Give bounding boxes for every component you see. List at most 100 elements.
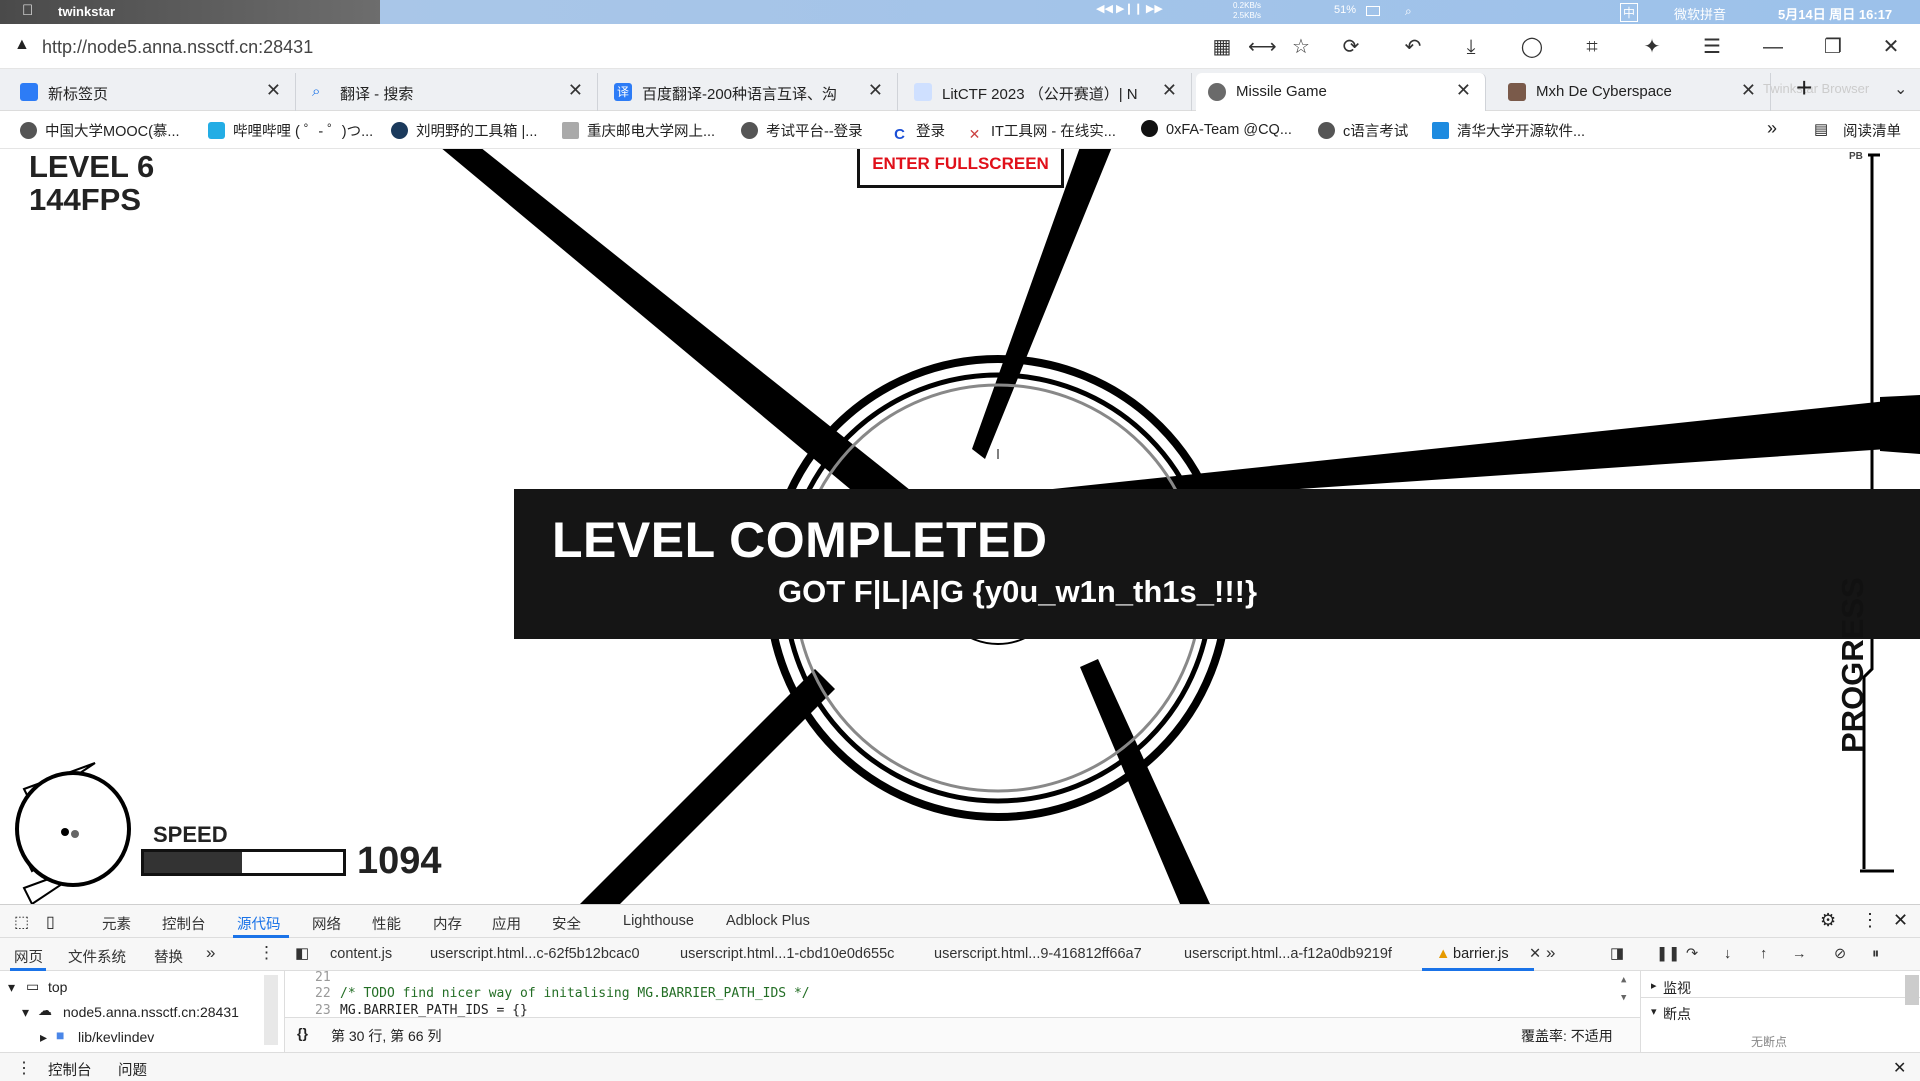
nav-menu-icon[interactable]: ⋮ <box>258 943 275 963</box>
file-tab-userscript-4[interactable]: userscript.html...a-f12a0db9219f <box>1184 946 1392 962</box>
step-out-icon[interactable]: ↑ <box>1760 946 1767 962</box>
drawer-menu-icon[interactable]: ⋮ <box>16 1058 32 1078</box>
devtools-tab-network[interactable]: 网络 <box>312 913 341 934</box>
tree-item-folder[interactable]: lib/kevlindev <box>78 1029 154 1045</box>
extensions-icon[interactable]: ✦ <box>1639 34 1665 60</box>
pause-on-exceptions-icon[interactable]: ⏸ <box>1872 946 1879 962</box>
collapse-icon[interactable]: ▾ <box>1651 1005 1657 1018</box>
close-drawer-icon[interactable]: ✕ <box>1893 1058 1906 1078</box>
tab-close-icon[interactable]: ✕ <box>1456 80 1471 101</box>
bookmark-bilibili[interactable]: 哔哩哔哩 ( ゜- ゜)つ... <box>208 120 373 141</box>
devtools-tab-elements[interactable]: 元素 <box>102 913 131 934</box>
step-icon[interactable]: → <box>1792 946 1807 962</box>
drawer-tab-issues[interactable]: 问题 <box>118 1059 147 1080</box>
code-editor[interactable]: 21 22 /* TODO find nicer way of initalis… <box>285 970 1640 1052</box>
undo-icon[interactable]: ↶ <box>1400 34 1426 60</box>
new-tab-plus-icon[interactable]: + <box>1796 72 1812 104</box>
tab-litctf[interactable]: LitCTF 2023 （公开赛道）| N ✕ <box>902 73 1192 111</box>
tab-mxh-cyberspace[interactable]: Mxh De Cyberspace ✕ <box>1496 73 1771 111</box>
file-tab-userscript-1[interactable]: userscript.html...c-62f5b12bcac0 <box>430 946 640 962</box>
search-icon[interactable]: ⌕ <box>1405 4 1412 19</box>
tree-toggle-icon[interactable]: ▸ <box>40 1029 47 1046</box>
url-input[interactable]: http://node5.anna.nssctf.cn:28431 <box>42 37 313 58</box>
tab-close-icon[interactable]: ✕ <box>1741 80 1756 101</box>
tree-toggle-icon[interactable]: ▾ <box>22 1004 29 1021</box>
download-icon[interactable]: ⤓ <box>1458 34 1484 60</box>
ime-short[interactable]: 中 <box>1620 3 1639 22</box>
breakpoints-section[interactable]: 断点 <box>1663 1004 1691 1024</box>
more-bookmarks-icon[interactable]: » <box>1767 118 1777 139</box>
file-tab-content-js[interactable]: content.js <box>330 946 392 962</box>
warning-icon[interactable]: ▲ <box>14 36 30 54</box>
restore-icon[interactable]: ❐ <box>1820 34 1846 60</box>
bookmark-cqupt[interactable]: 重庆邮电大学网上... <box>562 120 715 141</box>
devtools-tab-sources[interactable]: 源代码 <box>237 913 281 934</box>
close-devtools-icon[interactable]: ✕ <box>1893 910 1908 931</box>
bookmark-0xfa[interactable]: 0xFA-Team @CQ... <box>1141 120 1292 138</box>
devtools-tab-performance[interactable]: 性能 <box>372 913 401 934</box>
device-toolbar-icon[interactable]: ▯ <box>46 912 55 932</box>
reading-list-icon[interactable]: ▤ <box>1814 120 1828 138</box>
bookmark-toolbox[interactable]: 刘明野的工具箱 |... <box>391 120 537 141</box>
pretty-print-icon[interactable]: {} <box>297 1025 308 1041</box>
drawer-tab-console[interactable]: 控制台 <box>48 1059 92 1080</box>
step-over-icon[interactable]: ↷ <box>1686 946 1698 962</box>
step-into-icon[interactable]: ↓ <box>1724 946 1731 962</box>
pause-icon[interactable]: ❚❚ <box>1656 946 1680 962</box>
watch-section[interactable]: 监视 <box>1663 978 1691 998</box>
navigator-scrollbar[interactable] <box>264 975 278 1045</box>
tab-close-icon[interactable]: ✕ <box>868 80 883 101</box>
bookmark-exam-login[interactable]: 考试平台--登录 <box>741 120 863 141</box>
reading-list-label[interactable]: 阅读清单 <box>1843 120 1901 141</box>
devtools-tab-security[interactable]: 安全 <box>552 913 581 934</box>
bookmark-tsinghua-mirror[interactable]: 清华大学开源软件... <box>1432 120 1585 141</box>
crop-icon[interactable]: ⌗ <box>1579 34 1605 60</box>
toggle-navigator-icon[interactable]: ◧ <box>295 944 309 962</box>
file-tab-userscript-3[interactable]: userscript.html...9-416812ff66a7 <box>934 946 1142 962</box>
minimize-icon[interactable]: — <box>1760 34 1786 60</box>
bookmark-c-exam[interactable]: c语言考试 <box>1318 120 1408 141</box>
devtools-tab-adblock[interactable]: Adblock Plus <box>726 913 810 929</box>
tab-close-icon[interactable]: ✕ <box>266 80 281 101</box>
tab-new[interactable]: 新标签页 ✕ <box>8 73 296 111</box>
inspect-element-icon[interactable]: ⬚ <box>14 912 29 932</box>
ime-name[interactable]: 微软拼音 <box>1674 4 1726 23</box>
tab-baidu-translate[interactable]: 译 百度翻译-200种语言互译、沟 ✕ <box>602 73 898 111</box>
tab-close-icon[interactable]: ✕ <box>1162 80 1177 101</box>
menu-icon[interactable]: ☰ <box>1699 34 1725 60</box>
bookmark-login[interactable]: C 登录 <box>891 120 945 143</box>
star-icon[interactable]: ☆ <box>1288 34 1314 60</box>
tab-missile-game[interactable]: Missile Game ✕ <box>1196 73 1486 111</box>
file-tab-barrier-js[interactable]: barrier.js <box>1453 946 1509 962</box>
translate-icon[interactable]: ⟷ <box>1248 34 1277 60</box>
sync-icon[interactable]: ⟳ <box>1338 34 1364 60</box>
toggle-debugger-icon[interactable]: ◨ <box>1610 944 1624 962</box>
tree-item-top[interactable]: top <box>48 979 67 995</box>
user-icon[interactable]: ◯ <box>1519 34 1545 60</box>
more-options-icon[interactable]: ⋮ <box>1861 910 1879 931</box>
devtools-tab-console[interactable]: 控制台 <box>162 913 206 934</box>
deactivate-breakpoints-icon[interactable]: ⊘ <box>1834 946 1846 962</box>
tab-list-chevron-icon[interactable]: ⌄ <box>1894 79 1907 99</box>
battery-icon[interactable] <box>1366 6 1380 16</box>
bookmark-ittools[interactable]: ✕ IT工具网 - 在线实... <box>966 120 1116 143</box>
enter-fullscreen-button[interactable]: ENTER FULLSCREEN <box>857 149 1064 188</box>
more-files-icon[interactable]: » <box>1546 943 1555 963</box>
settings-gear-icon[interactable]: ⚙ <box>1820 910 1836 931</box>
media-controls-icon[interactable]: ◀◀ ▶❙❙ ▶▶ <box>1096 2 1163 15</box>
close-window-icon[interactable]: ✕ <box>1878 34 1904 60</box>
nav-tab-page[interactable]: 网页 <box>14 946 43 967</box>
devtools-tab-lighthouse[interactable]: Lighthouse <box>623 913 694 929</box>
file-tab-close-icon[interactable]: ✕ <box>1529 946 1541 962</box>
devtools-tab-memory[interactable]: 内存 <box>433 913 462 934</box>
bookmark-mooc[interactable]: 中国大学MOOC(慕... <box>20 120 180 141</box>
apps-grid-icon[interactable]: ▦ <box>1209 34 1235 60</box>
file-tab-userscript-2[interactable]: userscript.html...1-cbd10e0d655c <box>680 946 894 962</box>
apple-icon[interactable]:  <box>22 2 33 19</box>
app-name[interactable]: twinkstar <box>58 4 115 19</box>
expand-icon[interactable]: ▸ <box>1651 979 1657 992</box>
nav-tab-overrides[interactable]: 替换 <box>154 946 183 967</box>
devtools-tab-application[interactable]: 应用 <box>492 913 521 934</box>
tab-translate-search[interactable]: ⌕ 翻译 - 搜索 ✕ <box>300 73 598 111</box>
sidebar-scrollbar[interactable] <box>1905 975 1919 1005</box>
